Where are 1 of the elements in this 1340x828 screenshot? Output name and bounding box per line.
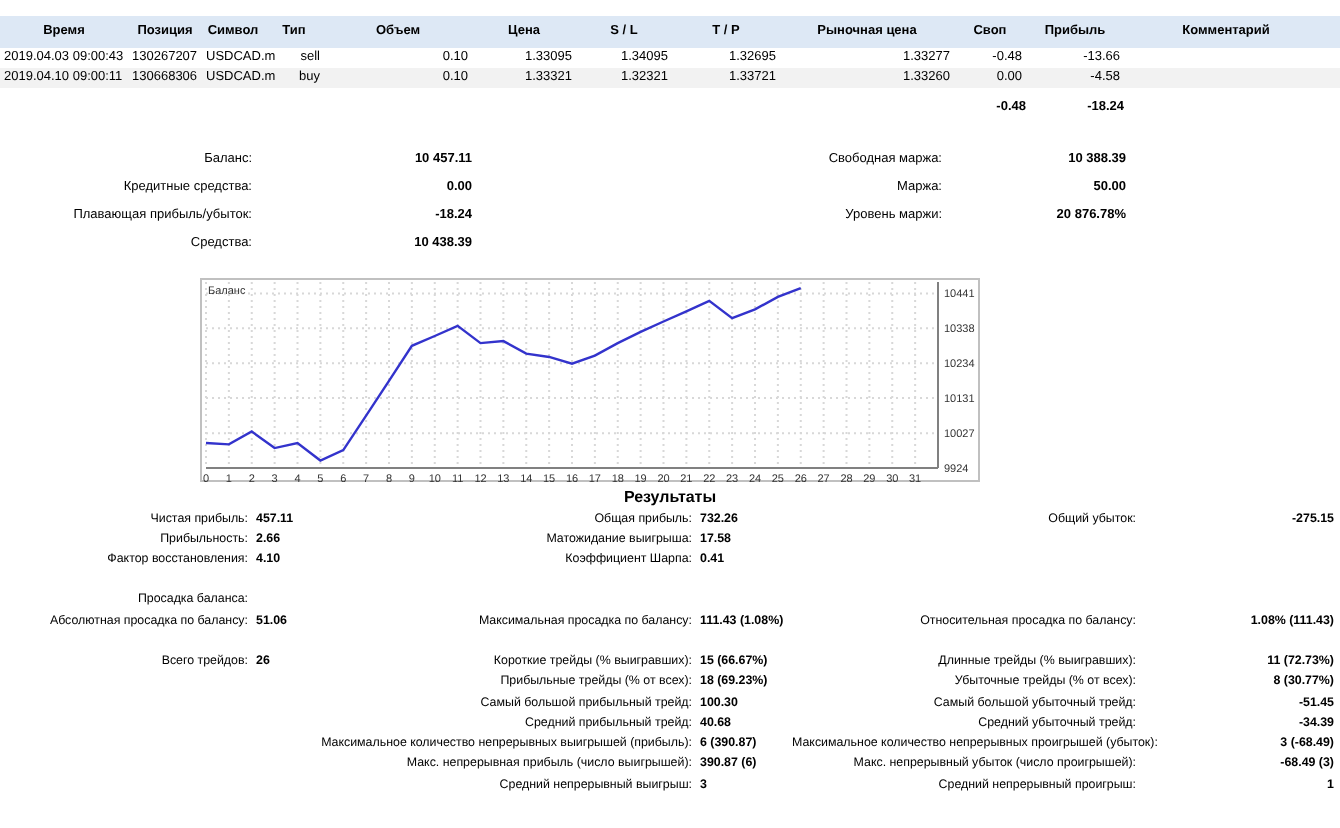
section-title: Результаты — [623, 488, 717, 506]
